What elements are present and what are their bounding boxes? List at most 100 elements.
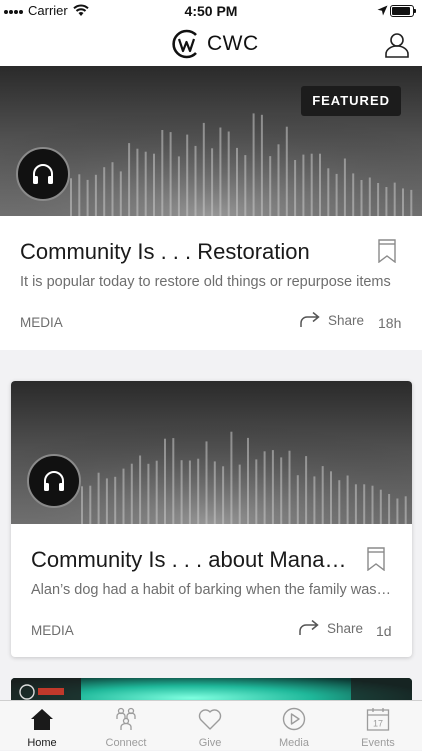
tab-home[interactable]: Home [0,701,84,751]
heart-icon [198,709,222,730]
card-timestamp: 18h [378,315,402,331]
waveform-bar [294,160,297,216]
tab-label: Media [279,737,309,749]
waveform-bar [260,114,263,216]
waveform-bar [330,471,332,524]
card-description: Alan’s dog had a habit of barking when t… [31,582,395,598]
waveform-bar [277,144,280,216]
calendar-day: 17 [373,719,383,729]
share-arrow-icon [299,620,319,635]
waveform-bar [177,156,180,216]
battery-icon [390,5,416,17]
status-bar: Carrier 4:50 PM [0,0,422,22]
audio-badge [16,147,70,201]
waveform-bar [147,463,150,524]
waveform-bar [211,148,214,216]
share-label: Share [328,312,365,328]
waveform-bar [164,438,166,524]
waveform-bar [288,450,291,524]
waveform-bar [78,174,81,216]
waveform-bar [186,134,189,216]
waveform-bar [105,478,108,524]
audio-badge [27,454,81,508]
waveform-bar [244,155,247,216]
tab-media[interactable]: Media [252,701,336,751]
waveform-bar [111,162,114,216]
waveform-bar [188,460,191,524]
waveform-bar [205,441,208,524]
waveform-bar [305,456,308,524]
waveform-bar [327,168,330,216]
waveform-bar [371,485,374,524]
waveform-bar [313,476,316,524]
share-button[interactable]: Share [300,312,364,328]
tab-label: Events [361,737,395,749]
headphones-icon [33,164,53,184]
calendar-icon: 17 [366,708,390,731]
cwc-logo-mark-icon [172,29,197,59]
card-timestamp: 1d [376,623,392,639]
waveform-bar [219,127,222,216]
card-title[interactable]: Community Is . . . about Managing [31,547,347,573]
waveform-bar [122,468,125,524]
card-category: MEDIA [20,315,63,330]
waveform-bar [194,145,197,216]
bookmark-icon[interactable] [377,239,397,263]
tab-connect[interactable]: Connect [84,701,168,751]
waveform-bar [368,177,371,216]
waveform-bar [70,178,72,216]
waveform-bar [255,459,258,524]
card-description: It is popular today to restore old thing… [20,274,391,290]
waveform-bar [230,431,233,524]
waveform-bar [363,484,366,524]
waveform-bar [388,494,391,524]
waveform-bar [346,475,349,524]
logo-text: CWC [207,32,259,55]
waveform-bar [227,131,230,216]
share-button[interactable]: Share [299,620,363,636]
waveform-bar [335,173,338,216]
feed-card-featured[interactable]: FEATURED Community Is . . . Restoration … [0,66,422,350]
bookmark-icon[interactable] [366,547,386,571]
profile-icon[interactable] [384,32,410,58]
tab-label: Give [198,737,222,749]
waveform-bar [410,189,413,216]
waveform-bar [269,156,272,216]
waveform-bar [296,475,299,524]
tab-label: Connect [105,737,147,749]
share-arrow-icon [300,312,320,327]
people-icon [116,707,136,730]
waveform-bar [319,153,321,216]
top-nav: CWC [0,22,422,66]
location-arrow-icon [377,5,388,16]
cwc-logo[interactable]: CWC [168,24,259,64]
headphones-icon [44,471,64,491]
card-title[interactable]: Community Is . . . Restoration [20,239,360,265]
waveform-bar [86,179,89,216]
waveform-bar [94,174,97,216]
waveform-bar [354,484,357,524]
home-icon [31,709,53,730]
media-thumbnail [11,381,412,524]
waveform-bar [119,171,122,216]
waveform-bar [302,154,305,216]
tab-give[interactable]: Give [168,701,252,751]
waveform-bar [81,486,83,524]
waveform-bar [310,153,313,216]
waveform-bar [153,153,155,216]
feed-card[interactable]: Community Is . . . about Managing Alan’s… [11,381,412,657]
waveform-bar [202,122,205,216]
waveform-bar [139,455,142,524]
waveform-bar [89,485,92,524]
waveform-bar [222,466,225,524]
status-time: 4:50 PM [184,3,238,19]
waveform-bar [144,151,147,216]
waveform-bar [280,457,283,524]
waveform-bar [238,464,241,524]
tab-events[interactable]: 17 Events [336,701,420,751]
waveform-bar [103,167,106,216]
waveform-bar [352,173,355,216]
waveform-bar [285,126,288,216]
waveform-bar [404,496,407,524]
waveform-bar [213,461,216,524]
